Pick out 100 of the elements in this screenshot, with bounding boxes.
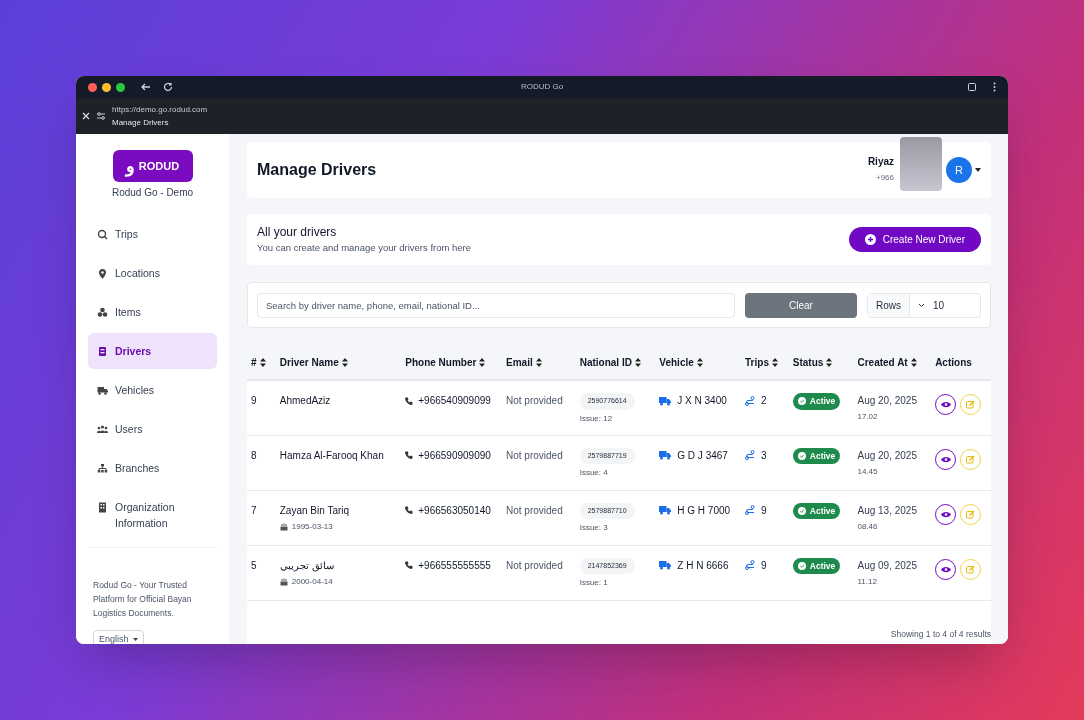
route-icon	[745, 450, 756, 460]
window-title: RODUD Go	[521, 81, 564, 93]
phone-icon	[405, 451, 414, 459]
nav-item[interactable]: Items	[88, 294, 217, 330]
close-icon[interactable]	[82, 112, 90, 120]
tagline-text: Rodud Go - Your Trusted Platform for Official Bayan Logistics Documents.	[93, 579, 193, 620]
truck-icon	[97, 385, 108, 396]
sort-icon[interactable]	[696, 357, 703, 367]
nav-item[interactable]: Branches	[88, 450, 217, 486]
logo-mark: و	[125, 157, 135, 175]
sort-icon[interactable]	[771, 357, 778, 367]
vehicle-plate: H G H 7000	[677, 503, 731, 518]
language-select[interactable]: English	[93, 630, 144, 644]
route-icon	[745, 560, 756, 570]
create-driver-button[interactable]: Create New Driver	[848, 227, 981, 252]
eye-icon	[940, 401, 951, 408]
created-time: 17.02	[857, 411, 878, 423]
sitemap-icon	[97, 463, 108, 474]
sort-icon[interactable]	[634, 357, 641, 367]
phone-number: +966563050140	[418, 503, 491, 518]
sliders-icon[interactable]	[96, 111, 106, 121]
app-name: Rodud Go - Demo	[111, 186, 194, 200]
user-avatar[interactable]: R	[946, 157, 972, 183]
created-time: 11.12	[857, 575, 877, 588]
sort-icon[interactable]	[479, 357, 486, 367]
search-field[interactable]: Search by driver name, phone, email, national ID...	[257, 292, 735, 318]
column-header: #	[251, 355, 257, 370]
row-number: 7	[251, 503, 257, 518]
check-circle-icon	[797, 506, 806, 515]
maximize-window-icon[interactable]	[116, 82, 125, 92]
created-time: 14.45	[857, 465, 878, 478]
trip-count: 3	[761, 448, 767, 463]
caret-icon	[132, 638, 138, 642]
user-phone: +966	[875, 172, 894, 184]
nav-item[interactable]: Vehicles	[88, 372, 217, 408]
column-header: Phone Number	[405, 355, 477, 370]
phone-number: +966540909099	[418, 394, 491, 408]
driver-name: AhmedAziz	[279, 394, 331, 408]
page-title: Manage Drivers	[112, 117, 170, 129]
column-header: Trips	[745, 355, 769, 370]
sort-icon[interactable]	[341, 357, 348, 367]
nav-item[interactable]: Trips	[88, 216, 217, 252]
sort-icon[interactable]	[535, 357, 542, 367]
back-icon[interactable]	[141, 82, 151, 92]
column-header: Created At	[857, 355, 908, 370]
phone-icon	[405, 506, 414, 514]
clear-button[interactable]: Clear	[745, 292, 857, 318]
minimize-window-icon[interactable]	[102, 82, 111, 92]
created-date: Aug 20, 2025	[857, 394, 917, 408]
caret-icon[interactable]	[975, 168, 981, 172]
row-number: 8	[251, 448, 257, 463]
issue-number: Issue: 4	[579, 467, 608, 479]
phone-number: +966590909090	[418, 448, 491, 463]
nav-item[interactable]: Organization Information	[88, 489, 217, 541]
eye-icon	[940, 510, 951, 518]
row-number: 5	[251, 558, 257, 573]
redaction-block	[900, 137, 942, 191]
created-date: Aug 20, 2025	[857, 448, 917, 463]
email-text: Not provided	[506, 394, 563, 408]
phone-icon	[405, 561, 414, 569]
sort-icon[interactable]	[826, 357, 833, 367]
reload-icon[interactable]	[163, 82, 173, 92]
users-icon	[97, 424, 108, 435]
vehicle-plate: J X N 3400	[677, 394, 727, 408]
driver-name: Zayan Bin Tariq	[279, 503, 350, 518]
email-text: Not provided	[506, 448, 563, 463]
section-title: All your drivers	[257, 224, 338, 240]
truck-icon	[659, 505, 672, 515]
status-badge: Active	[792, 557, 841, 575]
eye-icon	[940, 565, 951, 573]
map-pin-icon	[97, 268, 108, 279]
phone-icon	[405, 396, 414, 405]
sort-icon[interactable]	[259, 357, 266, 367]
building-icon	[97, 502, 108, 513]
column-header: Driver Name	[279, 355, 339, 370]
nav-item[interactable]: Drivers	[88, 333, 217, 369]
column-header: National ID	[579, 355, 632, 370]
page-heading: Manage Drivers	[257, 160, 377, 180]
created-time: 08.46	[857, 520, 878, 533]
edit-icon	[966, 454, 976, 464]
route-icon	[745, 505, 756, 515]
check-circle-icon	[797, 561, 806, 570]
extensions-icon[interactable]	[967, 82, 977, 92]
email-text: Not provided	[506, 503, 563, 518]
edit-icon	[966, 564, 976, 574]
issue-number: Issue: 3	[579, 522, 608, 534]
close-window-icon[interactable]	[88, 82, 97, 92]
column-header: Vehicle	[659, 355, 694, 370]
status-badge: Active	[792, 393, 841, 410]
cubes-icon	[97, 307, 108, 318]
email-text: Not provided	[506, 558, 563, 573]
issue-number: Issue: 1	[579, 577, 608, 589]
issue-number: Issue: 12	[579, 412, 613, 425]
nav-item[interactable]: Users	[88, 411, 217, 447]
status-badge: Active	[792, 502, 841, 520]
phone-number: +966555555555	[418, 558, 491, 573]
sort-icon[interactable]	[910, 357, 917, 367]
nav-item[interactable]: Locations	[88, 255, 217, 291]
driver-name: Hamza Al-Farooq Khan	[279, 448, 384, 463]
more-icon[interactable]	[993, 82, 996, 92]
